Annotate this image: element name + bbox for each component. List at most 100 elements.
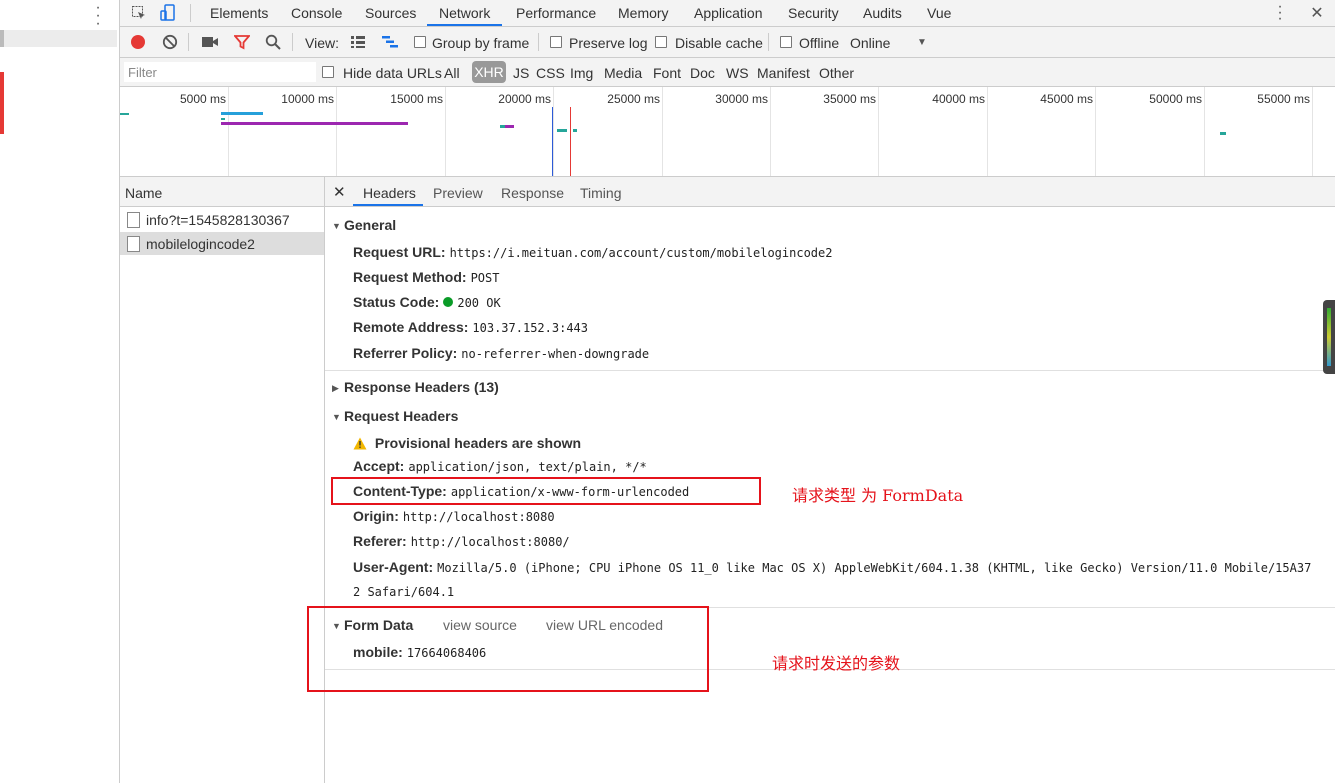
header-value: application/json, text/plain, */*	[408, 460, 647, 474]
filter-input[interactable]	[124, 62, 316, 82]
tab-performance[interactable]: Performance	[516, 5, 596, 21]
timeline-bar	[120, 113, 129, 115]
header-key: Request Method:	[353, 269, 467, 285]
close-icon[interactable]: ✕	[333, 183, 346, 201]
tab-response[interactable]: Response	[501, 185, 564, 201]
devtools-menu-icon[interactable]: · · ·	[1270, 0, 1290, 27]
filter-type-js[interactable]: JS	[513, 65, 529, 81]
response-headers-toggle[interactable]: ▶ Response Headers (13)	[332, 379, 499, 395]
general-section-toggle[interactable]: ▼ General	[332, 217, 396, 233]
group-by-frame-label: Group by frame	[432, 35, 530, 51]
view-label: View:	[305, 35, 339, 51]
tick-label: 55000 ms	[1257, 92, 1310, 106]
form-data-highlight	[307, 606, 709, 692]
tick-line	[878, 87, 879, 176]
section-title: Request Headers	[344, 408, 459, 424]
tick-label: 45000 ms	[1040, 92, 1093, 106]
filter-type-ws[interactable]: WS	[726, 65, 749, 81]
filter-type-img[interactable]: Img	[570, 65, 593, 81]
user-agent-row: User-Agent: Mozilla/5.0 (iPhone; CPU iPho…	[353, 559, 1311, 575]
tick-line	[228, 87, 229, 176]
close-devtools-icon[interactable]: ✕	[1307, 3, 1327, 23]
tab-vue[interactable]: Vue	[927, 5, 951, 21]
filter-type-manifest[interactable]: Manifest	[757, 65, 810, 81]
form-data-annotation: 请求时发送的参数	[772, 654, 901, 673]
load-event-line	[570, 107, 571, 176]
tick-line	[1204, 87, 1205, 176]
name-column-label: Name	[125, 185, 163, 201]
header-value: no-referrer-when-downgrade	[461, 347, 650, 361]
header-value: http://localhost:8080/	[410, 535, 570, 549]
preserve-log-checkbox[interactable]	[550, 36, 562, 48]
header-value: Mozilla/5.0 (iPhone; CPU iPhone OS 11_0 …	[437, 561, 1312, 575]
offline-checkbox[interactable]	[780, 36, 792, 48]
tab-network[interactable]: Network	[439, 5, 490, 21]
remote-address-row: Remote Address: 103.37.152.3:443	[353, 319, 588, 335]
filter-type-doc[interactable]: Doc	[690, 65, 715, 81]
filter-bar: Hide data URLs All XHR JS CSS Img Media …	[120, 58, 1335, 87]
tab-application[interactable]: Application	[694, 5, 763, 21]
filter-type-css[interactable]: CSS	[536, 65, 565, 81]
timeline-overview[interactable]: 5000 ms 10000 ms 15000 ms 20000 ms 25000…	[120, 87, 1335, 177]
filter-type-media[interactable]: Media	[604, 65, 642, 81]
waterfall-overview-icon[interactable]	[380, 32, 400, 52]
tick-label: 25000 ms	[607, 92, 660, 106]
device-toolbar-icon[interactable]	[158, 3, 178, 23]
request-row[interactable]: info?t=1545828130367	[120, 208, 324, 231]
referer-row: Referer: http://localhost:8080/	[353, 533, 570, 549]
header-key: Remote Address:	[353, 319, 469, 335]
request-headers-toggle[interactable]: ▼ Request Headers	[332, 408, 458, 424]
hide-data-urls-label: Hide data URLs	[343, 65, 442, 81]
request-list: Name info?t=1545828130367 mobilelogincod…	[120, 177, 325, 783]
hide-data-urls-checkbox[interactable]	[322, 66, 334, 78]
status-code-row: Status Code: 200 OK	[353, 294, 501, 310]
tick-label: 35000 ms	[823, 92, 876, 106]
timeline-bar	[221, 122, 408, 125]
tick-line	[336, 87, 337, 176]
status-ok-icon	[443, 297, 454, 307]
tab-console[interactable]: Console	[291, 5, 342, 21]
tab-timing[interactable]: Timing	[580, 185, 622, 201]
request-name: mobilelogincode2	[146, 236, 255, 252]
search-icon[interactable]	[263, 32, 283, 52]
timeline-bar	[221, 112, 263, 115]
tab-memory[interactable]: Memory	[618, 5, 669, 21]
filter-type-other[interactable]: Other	[819, 65, 854, 81]
header-key: User-Agent:	[353, 559, 434, 575]
tab-security[interactable]: Security	[788, 5, 839, 21]
filter-icon[interactable]	[232, 32, 252, 52]
section-title: Response Headers (13)	[344, 379, 499, 395]
throttling-select[interactable]: Online	[850, 35, 890, 51]
timeline-bar	[500, 125, 505, 128]
tick-label: 15000 ms	[390, 92, 443, 106]
tick-line	[1312, 87, 1313, 176]
tab-audits[interactable]: Audits	[863, 5, 902, 21]
divider	[325, 370, 1335, 371]
disable-cache-checkbox[interactable]	[655, 36, 667, 48]
tick-line	[770, 87, 771, 176]
large-rows-icon[interactable]	[348, 32, 368, 52]
tab-preview[interactable]: Preview	[433, 185, 483, 201]
chevron-down-icon[interactable]: ▼	[917, 37, 927, 48]
preserve-log-label: Preserve log	[569, 35, 648, 51]
tab-elements[interactable]: Elements	[210, 5, 268, 21]
tab-headers[interactable]: Headers	[363, 185, 416, 201]
tab-sources[interactable]: Sources	[365, 5, 416, 21]
header-value: https://i.meituan.com/account/custom/mob…	[449, 246, 833, 260]
record-icon[interactable]	[128, 32, 148, 52]
provisional-warning: Provisional headers are shown	[353, 435, 581, 453]
side-panel-handle[interactable]	[1323, 300, 1335, 374]
header-value: POST	[470, 271, 500, 285]
filter-type-all[interactable]: All	[444, 65, 460, 81]
name-column-header[interactable]: Name	[120, 177, 324, 207]
filter-type-font[interactable]: Font	[653, 65, 681, 81]
group-by-frame-checkbox[interactable]	[414, 36, 426, 48]
filter-type-xhr[interactable]: XHR	[472, 61, 506, 83]
inspect-element-icon[interactable]	[129, 3, 149, 23]
tick-label: 20000 ms	[498, 92, 551, 106]
page-menu-icon[interactable]: · · ·	[92, 0, 104, 32]
request-name: info?t=1545828130367	[146, 212, 290, 228]
request-row[interactable]: mobilelogincode2	[120, 232, 324, 255]
capture-screenshots-icon[interactable]	[200, 32, 220, 52]
clear-icon[interactable]	[160, 32, 180, 52]
